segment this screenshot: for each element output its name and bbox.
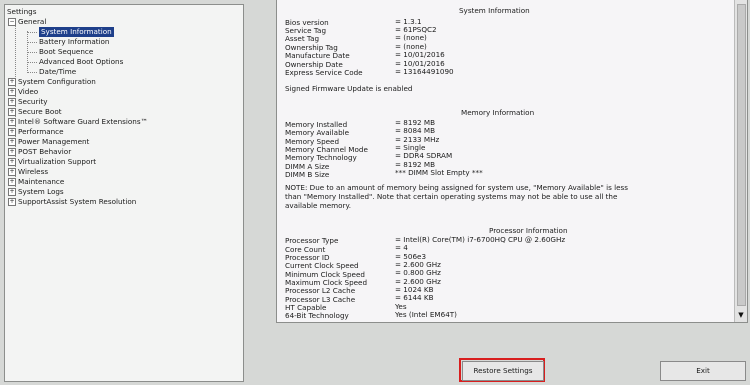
64-bit-technology-label: 64-Bit Technology <box>285 311 349 320</box>
expand-icon[interactable]: + <box>8 198 16 206</box>
memory-available-value: = 8084 MB <box>395 126 436 135</box>
l2-cache-label: Processor L2 Cache <box>285 286 356 295</box>
tree-item-wireless[interactable]: + Wireless <box>8 167 48 177</box>
expand-icon[interactable]: + <box>8 188 16 196</box>
tree-item-security[interactable]: + Security <box>8 97 48 107</box>
asset-tag-value: = (none) <box>395 33 427 42</box>
tree-item-secure-boot[interactable]: + Secure Boot <box>8 107 62 117</box>
express-service-code-value: = 13164491090 <box>395 67 454 76</box>
manufacture-date-value: = 10/01/2016 <box>395 50 445 59</box>
tree-item-maintenance[interactable]: + Maintenance <box>8 177 64 187</box>
tree-item-general[interactable]: − General <box>8 17 46 27</box>
system-information-title: System Information <box>459 6 530 15</box>
expand-icon[interactable]: + <box>8 98 16 106</box>
tree-item-date-time[interactable]: Date/Time <box>27 67 76 77</box>
manufacture-date-label: Manufacture Date <box>285 51 350 60</box>
scroll-down-arrow-icon[interactable]: ▼ <box>736 311 746 320</box>
asset-tag-label: Asset Tag <box>285 34 320 43</box>
processor-type-label: Processor Type <box>285 236 339 245</box>
tree-item-system-information[interactable]: System Information <box>27 27 114 37</box>
tree-item-power-management[interactable]: + Power Management <box>8 137 89 147</box>
tree-item-battery-information[interactable]: Battery Information <box>27 37 110 47</box>
current-clock-speed-label: Current Clock Speed <box>285 261 359 270</box>
expand-icon[interactable]: + <box>8 138 16 146</box>
expand-icon[interactable]: + <box>8 168 16 176</box>
tree-item-system-logs[interactable]: + System Logs <box>8 187 64 197</box>
tree-item-post-behavior[interactable]: + POST Behavior <box>8 147 71 157</box>
l3-cache-value: = 6144 KB <box>395 293 434 302</box>
memory-technology-label: Memory Technology <box>285 153 357 162</box>
tree-item-performance[interactable]: + Performance <box>8 127 64 137</box>
tree-item-advanced-boot-options[interactable]: Advanced Boot Options <box>27 57 123 67</box>
express-service-code-label: Express Service Code <box>285 68 363 77</box>
tree-item-intel-sgx[interactable]: + Intel® Software Guard Extensions™ <box>8 117 148 127</box>
expand-icon[interactable]: + <box>8 158 16 166</box>
collapse-icon[interactable]: − <box>8 18 16 26</box>
memory-note: NOTE: Due to an amount of memory being a… <box>285 183 629 210</box>
64-bit-technology-value: Yes (Intel EM64T) <box>395 310 457 319</box>
core-count-value: = 4 <box>395 243 408 252</box>
exit-button[interactable]: Exit <box>660 361 746 381</box>
minimum-clock-speed-value: = 0.800 GHz <box>395 268 441 277</box>
expand-icon[interactable]: + <box>8 178 16 186</box>
dimm-b-size-label: DIMM B Size <box>285 170 330 179</box>
tree-item-supportassist[interactable]: + SupportAssist System Resolution <box>8 197 136 207</box>
expand-icon[interactable]: + <box>8 128 16 136</box>
processor-type-value: = Intel(R) Core(TM) i7-6700HQ CPU @ 2.60… <box>395 235 566 244</box>
restore-settings-button[interactable]: Restore Settings <box>462 361 544 381</box>
tree-item-virtualization-support[interactable]: + Virtualization Support <box>8 157 96 167</box>
expand-icon[interactable]: + <box>8 78 16 86</box>
expand-icon[interactable]: + <box>8 118 16 126</box>
scrollbar-thumb[interactable] <box>737 4 746 306</box>
tree-item-system-configuration[interactable]: + System Configuration <box>8 77 96 87</box>
expand-icon[interactable]: + <box>8 88 16 96</box>
tree-item-boot-sequence[interactable]: Boot Sequence <box>27 47 93 57</box>
expand-icon[interactable]: + <box>8 148 16 156</box>
tree-root-settings: Settings <box>7 7 37 16</box>
content-pane: System Information Bios version = 1.3.1 … <box>276 0 748 323</box>
processor-information-title: Processor Information <box>489 226 568 235</box>
settings-tree-panel: Settings − General System Information Ba… <box>4 4 244 382</box>
tree-item-video[interactable]: + Video <box>8 87 38 97</box>
memory-available-label: Memory Available <box>285 128 350 137</box>
dimm-b-size-value: *** DIMM Slot Empty *** <box>395 168 483 177</box>
memory-information-title: Memory Information <box>461 108 535 117</box>
vertical-scrollbar[interactable]: ▼ <box>734 0 747 322</box>
firmware-update-status: Signed Firmware Update is enabled <box>285 84 413 93</box>
memory-technology-value: = DDR4 SDRAM <box>395 151 453 160</box>
expand-icon[interactable]: + <box>8 108 16 116</box>
